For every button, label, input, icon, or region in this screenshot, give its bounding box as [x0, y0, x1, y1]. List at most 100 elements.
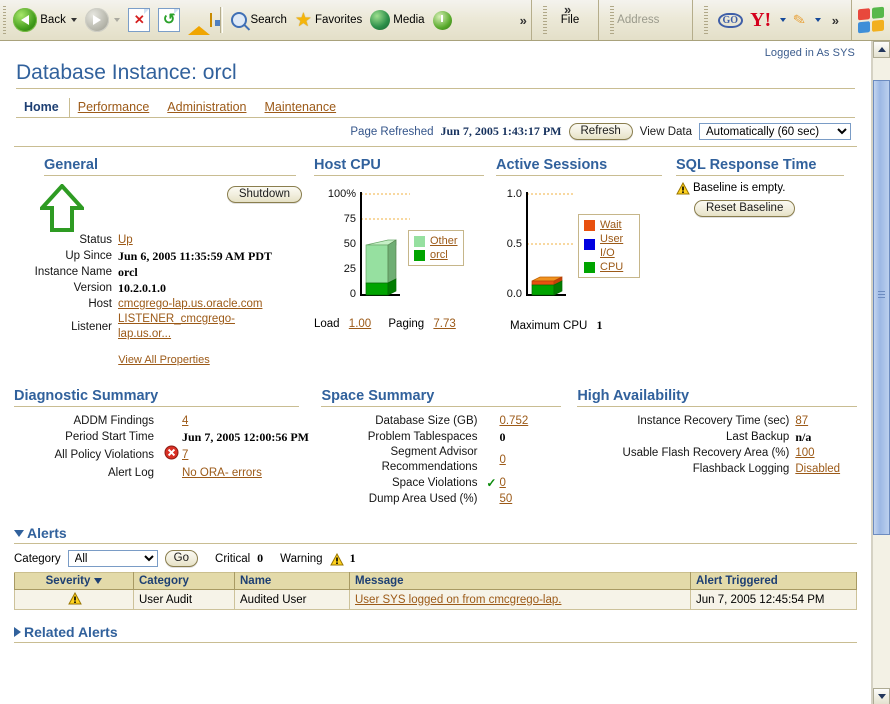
legend-label-orcl[interactable]: orcl [430, 248, 448, 262]
column-header-severity[interactable]: Severity [15, 573, 134, 590]
third-party-overflow-chevron[interactable]: » [828, 13, 843, 28]
alert-log-value[interactable]: No ORA- errors [182, 465, 262, 481]
legend-label-userio[interactable]: User I/O [600, 232, 634, 260]
forward-dropdown-icon[interactable] [114, 18, 120, 22]
policy-violations-value[interactable]: 7 [182, 447, 188, 463]
availability-title: High Availability [577, 388, 857, 407]
media-button[interactable]: Media [366, 3, 428, 37]
alert-message-link[interactable]: User SYS logged on from cmcgrego-lap. [355, 594, 561, 606]
column-header-triggered[interactable]: Alert Triggered [691, 573, 857, 590]
legend-swatch-wait [584, 220, 595, 231]
view-data-label: View Data [640, 126, 692, 138]
scroll-down-button[interactable] [873, 688, 890, 704]
menu-overflow-chevron[interactable]: » [560, 2, 575, 17]
address-bar-grip[interactable] [610, 6, 614, 34]
availability-key: Usable Flash Recovery Area (%) [577, 445, 795, 461]
segment-advisor-value[interactable]: 0 [499, 452, 505, 468]
load-label: Load [314, 318, 340, 330]
reset-baseline-button[interactable]: Reset Baseline [694, 200, 795, 217]
history-button[interactable] [429, 3, 456, 37]
toolbar-grip[interactable] [3, 6, 6, 34]
paging-value[interactable]: 7.73 [433, 318, 455, 330]
flashback-logging-value[interactable]: Disabled [795, 461, 840, 477]
diagnostic-row: Alert Log No ORA- errors [14, 465, 321, 481]
diagnostic-row: ADDM Findings 4 [14, 413, 321, 429]
sort-descending-icon[interactable] [94, 578, 102, 584]
yahoo-dropdown-icon[interactable] [780, 18, 786, 22]
favorites-button-label: Favorites [315, 14, 362, 26]
alerts-header[interactable]: Alerts [14, 525, 857, 544]
space-panel: Space Summary Database Size (GB) 0.752 P… [321, 388, 577, 507]
tab-home[interactable]: Home [16, 98, 70, 117]
diagnostic-key: Period Start Time [14, 429, 160, 445]
general-key: Host [14, 296, 118, 312]
recovery-time-value[interactable]: 87 [795, 413, 808, 429]
view-all-properties-link[interactable]: View All Properties [118, 354, 210, 366]
legend-label-wait[interactable]: Wait [600, 218, 622, 232]
general-status-value[interactable]: Up [118, 232, 133, 248]
legend-item: CPU [584, 260, 634, 274]
windows-flag-button[interactable] [851, 0, 890, 40]
home-button[interactable] [184, 3, 216, 37]
diagnostic-row: All Policy Violations 7 [14, 445, 321, 465]
favorites-button[interactable]: ★ Favorites [291, 3, 366, 37]
general-key: Version [14, 280, 118, 296]
column-header-category[interactable]: Category [134, 573, 235, 590]
tab-performance[interactable]: Performance [70, 98, 160, 117]
warning-count: 1 [350, 551, 356, 566]
database-size-value[interactable]: 0.752 [499, 413, 528, 429]
legend-swatch-other [414, 236, 425, 247]
back-button[interactable]: Back [9, 3, 81, 37]
media-button-label: Media [393, 14, 424, 26]
view-data-select[interactable]: Automatically (60 sec) [699, 123, 851, 140]
menu-bar-grip[interactable] [543, 6, 547, 34]
general-instance-value: orcl [118, 264, 138, 280]
media-globe-icon [370, 10, 390, 30]
forward-button[interactable] [81, 3, 124, 37]
addm-findings-value[interactable]: 4 [182, 413, 188, 429]
address-bar-label[interactable]: Address [617, 14, 659, 26]
highlighter-icon[interactable]: ✎ [792, 10, 808, 30]
legend-item: User I/O [584, 232, 634, 260]
page-content: Logged in As SYS Database Instance: orcl… [0, 41, 872, 704]
shutdown-button[interactable]: Shutdown [227, 186, 302, 203]
refresh-button[interactable]: Refresh [569, 123, 633, 140]
legend-label-other[interactable]: Other [430, 234, 458, 248]
toolbar-separator [220, 7, 224, 33]
google-toolbar-icon[interactable]: GO [718, 13, 744, 28]
error-icon [160, 445, 182, 465]
legend-label-cpu[interactable]: CPU [600, 260, 623, 274]
vertical-scrollbar[interactable] [872, 41, 890, 704]
space-violations-value[interactable]: 0 [499, 475, 505, 491]
search-button[interactable]: Search [227, 3, 290, 37]
refresh-button[interactable]: ↺ [154, 3, 184, 37]
scroll-up-button[interactable] [873, 41, 890, 58]
yahoo-logo-icon[interactable]: Y! [750, 11, 771, 29]
chevron-right-icon[interactable] [14, 627, 21, 637]
column-header-message[interactable]: Message [350, 573, 691, 590]
related-alerts-title: Related Alerts [24, 624, 118, 640]
tab-maintenance[interactable]: Maintenance [257, 98, 347, 117]
general-host-value[interactable]: cmcgrego-lap.us.oracle.com [118, 296, 262, 312]
column-header-name[interactable]: Name [235, 573, 350, 590]
back-dropdown-icon[interactable] [71, 18, 77, 22]
related-alerts-header[interactable]: Related Alerts [14, 624, 857, 643]
scrollbar-thumb[interactable] [873, 80, 890, 535]
toolbar-overflow-chevron[interactable]: » [516, 13, 531, 28]
alerts-category-select[interactable]: All [68, 550, 158, 567]
sql-response-title: SQL Response Time [676, 157, 844, 176]
load-value[interactable]: 1.00 [349, 318, 371, 330]
dump-area-value[interactable]: 50 [499, 491, 512, 507]
highlighter-dropdown-icon[interactable] [815, 18, 821, 22]
star-icon: ★ [295, 12, 312, 29]
alerts-go-button[interactable]: Go [165, 550, 198, 567]
scrollbar-track[interactable] [873, 58, 890, 688]
stop-button[interactable]: ✕ [124, 3, 154, 37]
flash-recovery-value[interactable]: 100 [795, 445, 814, 461]
general-listener-value[interactable]: LISTENER_cmcgrego-lap.us.or... [118, 312, 238, 342]
summary-row-bottom: Diagnostic Summary ADDM Findings 4 Perio… [14, 388, 857, 507]
tab-administration[interactable]: Administration [159, 98, 256, 117]
up-arrow-icon [40, 184, 84, 232]
chevron-down-icon[interactable] [14, 530, 24, 537]
third-party-grip[interactable] [704, 6, 708, 34]
